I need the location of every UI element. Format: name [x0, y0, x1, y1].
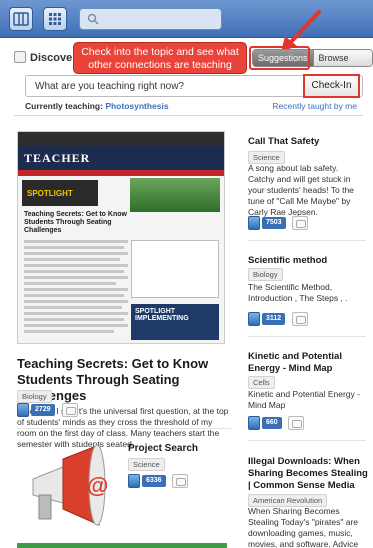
item-description: Kinetic and Potential Energy - Mind Map — [248, 389, 360, 410]
separator — [17, 428, 231, 429]
search-icon — [87, 13, 99, 25]
thumbnail-text-line — [24, 240, 128, 243]
checkin-icon — [248, 216, 260, 230]
suggestions-highlight — [249, 46, 310, 70]
thumbnail-text-line — [24, 312, 128, 315]
thumbnail-form-box — [131, 240, 219, 298]
article-checkin-badge[interactable]: 2729 — [17, 403, 55, 417]
thumbnail-topbar — [18, 132, 224, 146]
recently-taught-link[interactable]: Recently taught by me — [272, 101, 357, 111]
thumbnail-text-line — [24, 294, 124, 297]
checkin-icon — [248, 312, 260, 326]
thumbnail-text-line — [24, 270, 124, 273]
divider — [14, 115, 363, 116]
apps-grid-icon — [49, 13, 61, 25]
item-tag[interactable]: Biology — [248, 268, 283, 281]
item-checkin-badge[interactable]: 660 — [248, 416, 284, 430]
thumbnail-text-line — [24, 300, 128, 303]
thumbnail-text-line — [24, 306, 122, 309]
thumbnail-headline: Teaching Secrets: Get to Know Students T… — [24, 211, 127, 234]
thumbnail-text-line — [24, 282, 116, 285]
thumbnail-text-line — [24, 252, 128, 255]
checkin-count: 7503 — [262, 217, 286, 229]
discover-label: Discover — [14, 51, 76, 64]
item-title[interactable]: Call That Safety — [248, 136, 368, 148]
thumbnail-ad: SPOTLIGHT — [22, 180, 98, 206]
discover-text: Discover — [30, 52, 77, 64]
megaphone-icon: @ — [32, 444, 108, 526]
item-checkin-badge[interactable]: 7503 — [248, 216, 286, 230]
comment-icon[interactable] — [172, 474, 188, 488]
current-topic-link[interactable]: Photosynthesis — [105, 101, 168, 111]
separator — [248, 240, 366, 241]
separator — [248, 336, 366, 337]
tab-browse-topics[interactable]: Browse Topics — [312, 50, 372, 66]
project-tag[interactable]: Science — [128, 458, 165, 471]
item-title[interactable]: Kinetic and Potential Energy - Mind Map — [248, 351, 368, 375]
teaching-input[interactable] — [26, 76, 296, 97]
item-tag[interactable]: Cells — [248, 376, 275, 389]
item-title[interactable]: Scientific method — [248, 255, 368, 267]
comment-icon[interactable] — [288, 416, 304, 430]
search-input[interactable] — [79, 8, 222, 30]
project-title[interactable]: Project Search — [128, 443, 198, 454]
item-title[interactable]: Illegal Downloads: When Sharing Becomes … — [248, 456, 368, 492]
thumbnail-text-line — [24, 324, 128, 327]
item-description: A song about lab safety. Catchy and will… — [248, 163, 354, 217]
item-description: When Sharing Becomes Stealing Today's "p… — [248, 506, 359, 548]
checkin-count: 660 — [262, 417, 282, 429]
thumbnail-masthead: TEACHER — [18, 146, 224, 170]
comment-icon[interactable] — [292, 312, 308, 326]
thumbnail-text-line — [24, 246, 124, 249]
separator — [248, 440, 366, 441]
columns-icon — [13, 12, 29, 26]
item-description: The Scientific Method, Introduction , Th… — [248, 282, 348, 303]
thumbnail-text-line — [24, 276, 128, 279]
thumbnail-text-line — [24, 264, 128, 267]
checkin-icon — [248, 416, 260, 430]
thumbnail-promo: SPOTLIGHT IMPLEMENTING — [131, 304, 219, 340]
discover-icon — [14, 51, 26, 63]
item-checkin-badge[interactable]: 3112 — [248, 312, 286, 326]
checkin-count: 2729 — [31, 404, 55, 416]
columns-view-button[interactable] — [9, 7, 33, 31]
apps-grid-button[interactable] — [43, 7, 67, 31]
checkin-icon — [128, 474, 140, 488]
currently-teaching: Currently teaching: Photosynthesis — [25, 101, 169, 111]
article-thumbnail[interactable]: TEACHER SPOTLIGHT Teaching Secrets: Get … — [17, 131, 225, 344]
thumbnail-text-line — [24, 258, 120, 261]
thumbnail-text-line — [24, 330, 114, 333]
check-in-button[interactable]: Check-In — [303, 74, 360, 98]
checkin-count: 3112 — [262, 313, 286, 325]
comment-icon[interactable] — [292, 216, 308, 230]
checkin-icon — [17, 403, 29, 417]
comment-icon[interactable] — [62, 403, 78, 417]
next-item-preview — [17, 543, 227, 548]
thumbnail-ad-image — [130, 178, 220, 212]
svg-text:@: @ — [87, 473, 108, 498]
annotation-callout: Check into the topic and see what other … — [73, 42, 247, 74]
project-checkin-badge[interactable]: 6336 — [128, 474, 166, 488]
thumbnail-text-line — [24, 288, 128, 291]
currently-teaching-label: Currently teaching: — [25, 101, 103, 111]
thumbnail-nav — [18, 170, 224, 176]
thumbnail-text-line — [24, 318, 124, 321]
checkin-count: 6336 — [142, 475, 166, 487]
